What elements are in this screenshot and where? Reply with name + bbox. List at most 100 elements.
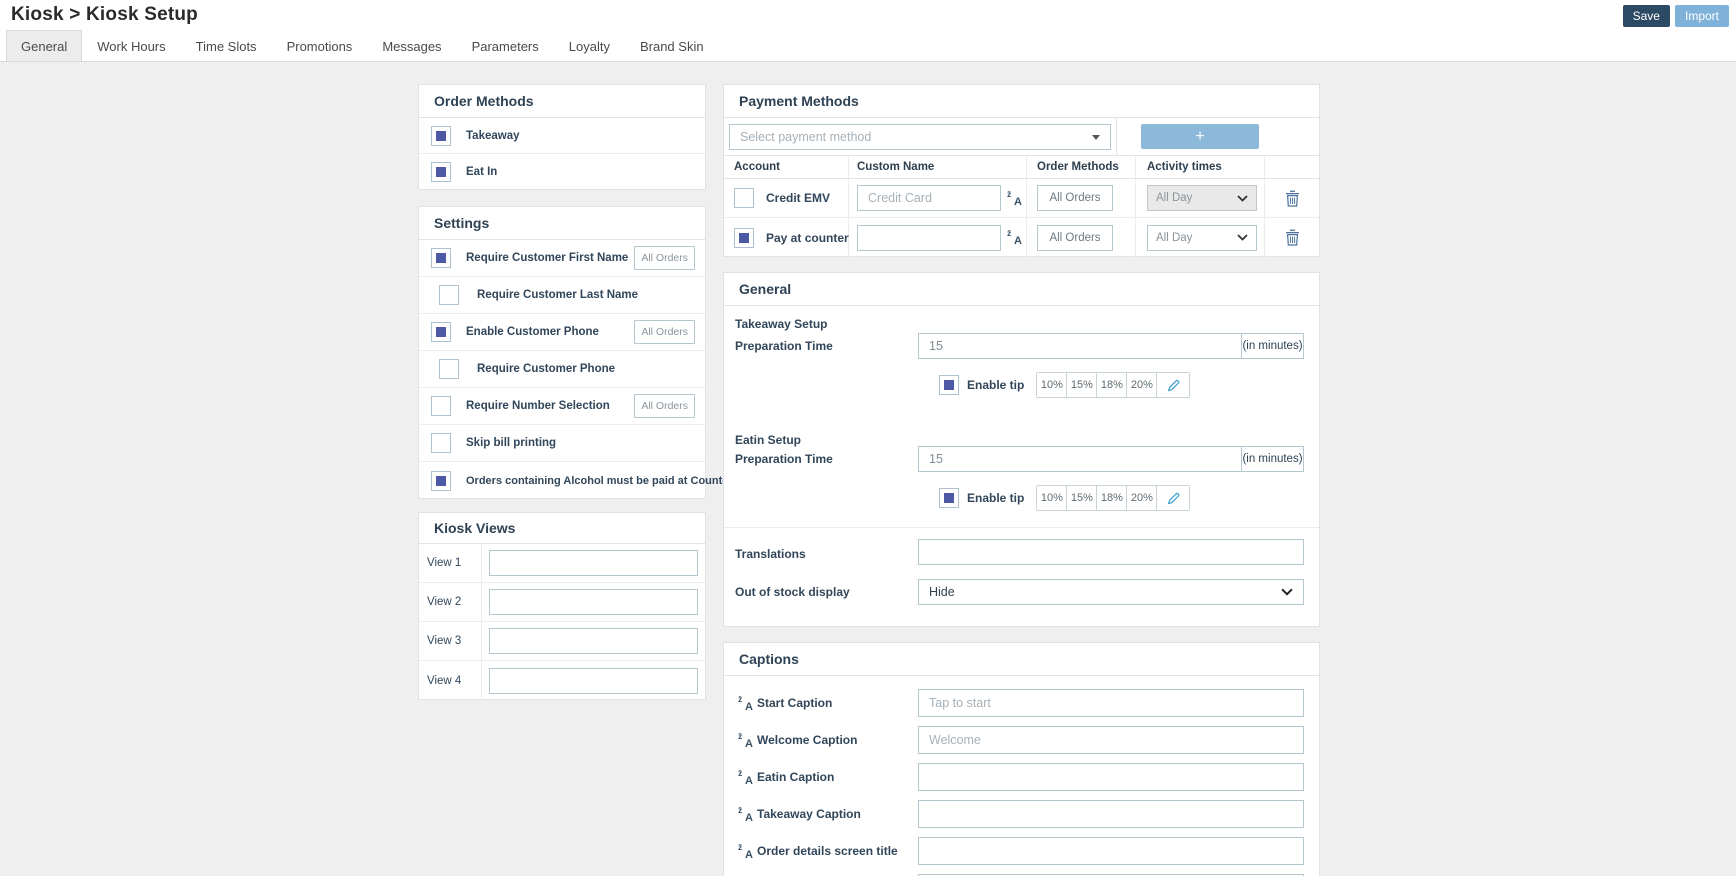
payment-methods-panel: Payment Methods Select payment method + …	[723, 84, 1320, 257]
credit-emv-order-methods-button[interactable]: All Orders	[1037, 185, 1113, 211]
tip-18-button[interactable]: 18%	[1097, 373, 1127, 397]
tab-work-hours[interactable]: Work Hours	[82, 30, 180, 61]
setting-row-skip-bill: Skip bill printing	[419, 425, 705, 462]
order-details-title-input[interactable]	[918, 837, 1304, 865]
order-details-title-row: žA Order details screen title	[724, 837, 1319, 865]
enable-phone-label: Enable Customer Phone	[466, 326, 599, 338]
translate-icon[interactable]: žA	[1007, 191, 1022, 206]
pay-at-counter-label: Pay at counter	[766, 231, 849, 245]
takeaway-caption-label: Takeaway Caption	[757, 807, 861, 821]
pay-at-counter-custom-name-input[interactable]	[857, 225, 1001, 251]
skip-bill-printing-checkbox[interactable]	[431, 433, 451, 453]
require-first-name-checkbox[interactable]	[431, 248, 451, 268]
eatin-prep-time-input[interactable]	[918, 446, 1241, 472]
translate-icon[interactable]: žA	[1007, 230, 1022, 245]
welcome-caption-row: žA Welcome Caption	[724, 726, 1319, 754]
add-payment-method-button[interactable]: +	[1141, 124, 1259, 149]
setting-row-enable-phone: Enable Customer Phone All Orders	[419, 314, 705, 351]
view3-input[interactable]	[489, 628, 698, 654]
payment-table-header: Account Custom Name Order Methods Activi…	[724, 156, 1319, 179]
eatin-setup-label: Eatin Setup	[735, 433, 801, 447]
start-caption-input[interactable]	[918, 689, 1304, 717]
tab-parameters[interactable]: Parameters	[457, 30, 554, 61]
general-panel: General Takeaway Setup Preparation Time …	[723, 272, 1320, 627]
require-phone-checkbox[interactable]	[439, 359, 459, 379]
tab-bar: General Work Hours Time Slots Promotions…	[0, 30, 1736, 62]
out-of-stock-select[interactable]: Hide	[918, 579, 1304, 605]
pay-at-counter-checkbox[interactable]	[734, 228, 754, 248]
translate-icon[interactable]: žA	[738, 770, 753, 785]
require-last-name-checkbox[interactable]	[439, 285, 459, 305]
eatin-checkbox[interactable]	[431, 162, 451, 182]
eatin-tip-row: Enable tip 10% 15% 18% 20%	[939, 485, 1190, 511]
first-name-all-orders-badge[interactable]: All Orders	[634, 246, 695, 270]
pay-at-counter-activity-select[interactable]: All Day	[1147, 225, 1257, 251]
eatin-caption-input[interactable]	[918, 763, 1304, 791]
translations-input[interactable]	[918, 539, 1304, 565]
divider	[1116, 118, 1117, 155]
eatin-prep-time-label: Preparation Time	[735, 452, 833, 466]
number-selection-all-orders-badge[interactable]: All Orders	[634, 394, 695, 418]
import-button[interactable]: Import	[1675, 5, 1729, 27]
takeaway-caption-input[interactable]	[918, 800, 1304, 828]
credit-emv-label: Credit EMV	[766, 191, 830, 205]
tip-20-button[interactable]: 20%	[1127, 486, 1157, 510]
view2-input[interactable]	[489, 589, 698, 615]
edit-tip-pencil-icon[interactable]	[1157, 373, 1189, 397]
enable-phone-all-orders-badge[interactable]: All Orders	[634, 320, 695, 344]
translate-icon[interactable]: žA	[738, 733, 753, 748]
start-caption-row: žA Start Caption	[724, 689, 1319, 717]
col-activity-times: Activity times	[1136, 156, 1265, 178]
order-method-row-eatin: Eat In	[419, 154, 705, 189]
takeaway-checkbox[interactable]	[431, 126, 451, 146]
alcohol-counter-checkbox[interactable]	[431, 471, 451, 491]
translate-icon[interactable]: žA	[738, 844, 753, 859]
view4-input[interactable]	[489, 668, 698, 694]
translate-icon[interactable]: žA	[738, 807, 753, 822]
payment-method-select[interactable]: Select payment method	[729, 124, 1111, 150]
tab-promotions[interactable]: Promotions	[272, 30, 368, 61]
tab-loyalty[interactable]: Loyalty	[554, 30, 625, 61]
edit-tip-pencil-icon[interactable]	[1157, 486, 1189, 510]
kiosk-views-panel: Kiosk Views View 1 View 2 View 3 View 4	[418, 512, 706, 700]
eatin-caption-row: žA Eatin Caption	[724, 763, 1319, 791]
view2-label: View 2	[419, 583, 482, 621]
captions-panel: Captions žA Start Caption žA Welcome Cap…	[723, 642, 1320, 876]
toolbar: Save Import	[1623, 5, 1729, 27]
setting-row-alcohol: Orders containing Alcohol must be paid a…	[419, 462, 705, 499]
view1-input[interactable]	[489, 550, 698, 576]
credit-emv-checkbox[interactable]	[734, 188, 754, 208]
kiosk-view-row-3: View 3	[419, 622, 705, 661]
setting-row-number-selection: Require Number Selection All Orders	[419, 388, 705, 425]
col-custom-name: Custom Name	[849, 156, 1027, 178]
takeaway-prep-time-input[interactable]	[918, 333, 1241, 359]
credit-emv-activity-select[interactable]: All Day	[1147, 185, 1257, 211]
kiosk-view-row-2: View 2	[419, 583, 705, 622]
save-button[interactable]: Save	[1623, 5, 1670, 27]
translate-icon[interactable]: žA	[738, 696, 753, 711]
captions-title: Captions	[724, 643, 1319, 676]
tip-20-button[interactable]: 20%	[1127, 373, 1157, 397]
tab-time-slots[interactable]: Time Slots	[181, 30, 272, 61]
skip-bill-printing-label: Skip bill printing	[466, 437, 556, 449]
kiosk-view-row-4: View 4	[419, 661, 705, 700]
require-number-selection-checkbox[interactable]	[431, 396, 451, 416]
tip-10-button[interactable]: 10%	[1037, 373, 1067, 397]
eatin-enable-tip-checkbox[interactable]	[939, 488, 959, 508]
delete-pay-at-counter-icon[interactable]	[1285, 229, 1300, 246]
credit-emv-custom-name-input[interactable]	[857, 185, 1001, 211]
pay-at-counter-order-methods-button[interactable]: All Orders	[1037, 225, 1113, 251]
tab-brand-skin[interactable]: Brand Skin	[625, 30, 719, 61]
payment-row-pay-at-counter: Pay at counter žA All Orders All Day	[724, 218, 1319, 257]
takeaway-enable-tip-checkbox[interactable]	[939, 375, 959, 395]
tip-15-button[interactable]: 15%	[1067, 486, 1097, 510]
tab-general[interactable]: General	[6, 30, 82, 61]
welcome-caption-label: Welcome Caption	[757, 733, 857, 747]
enable-phone-checkbox[interactable]	[431, 322, 451, 342]
welcome-caption-input[interactable]	[918, 726, 1304, 754]
delete-credit-emv-icon[interactable]	[1285, 190, 1300, 207]
tip-15-button[interactable]: 15%	[1067, 373, 1097, 397]
tip-18-button[interactable]: 18%	[1097, 486, 1127, 510]
tip-10-button[interactable]: 10%	[1037, 486, 1067, 510]
tab-messages[interactable]: Messages	[367, 30, 456, 61]
